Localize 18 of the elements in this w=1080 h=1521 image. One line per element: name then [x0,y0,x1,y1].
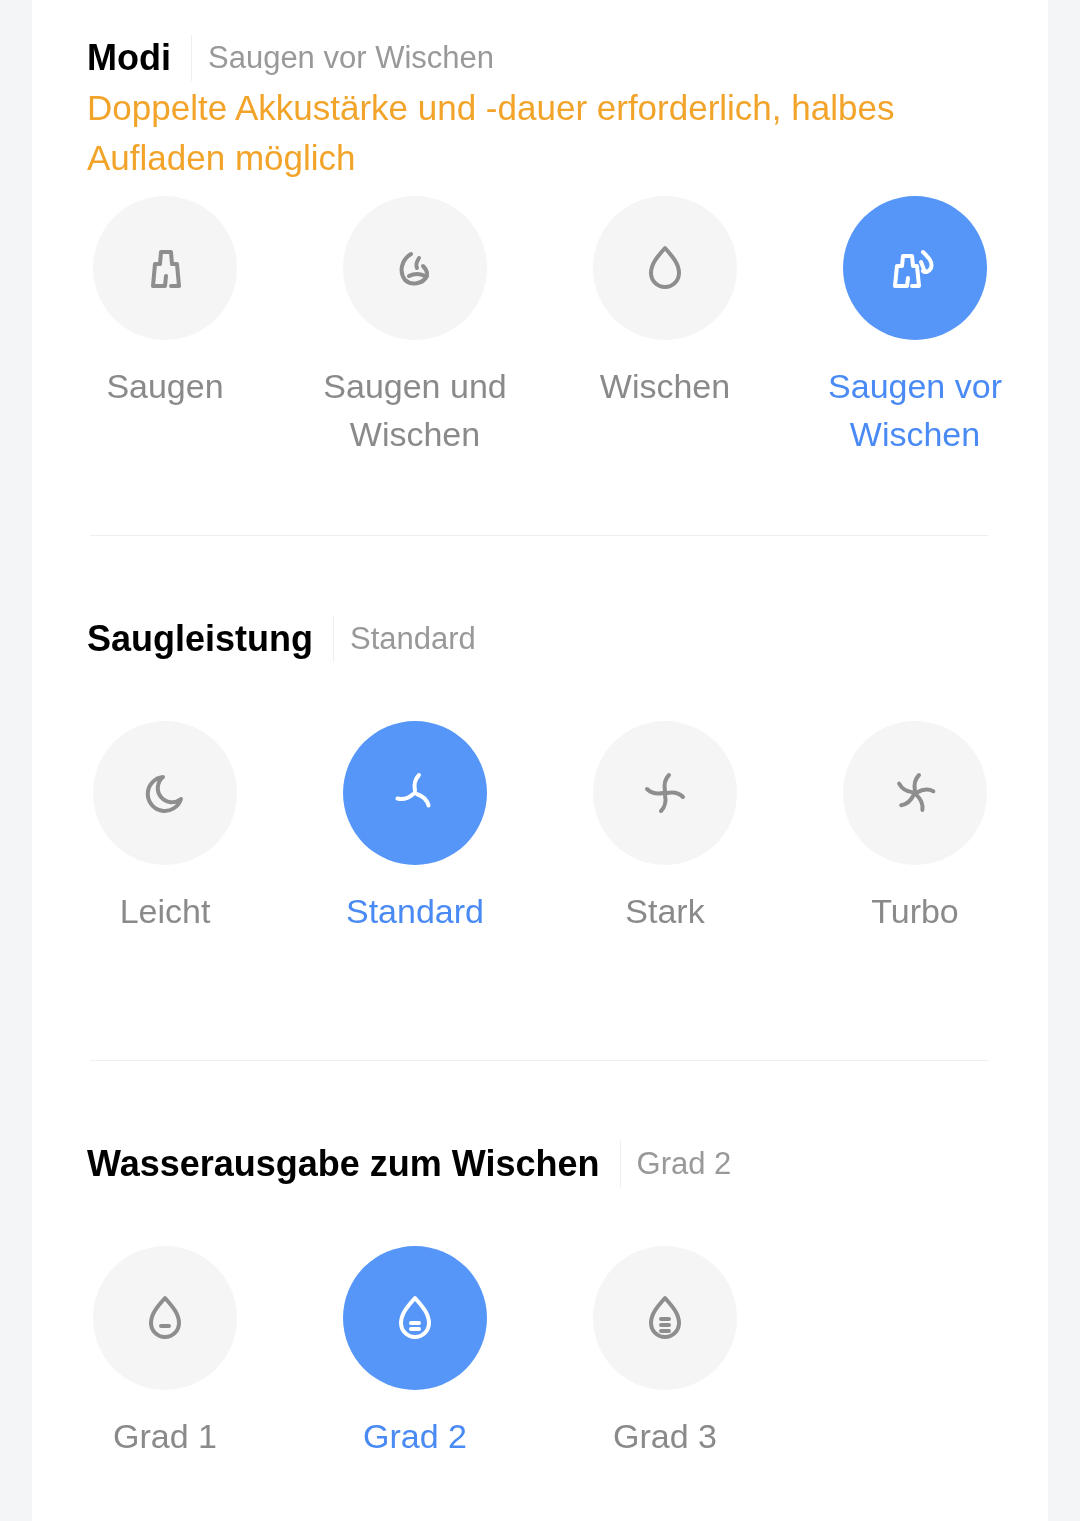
option-label: Grad 3 [612,1416,718,1457]
option-label: Leicht [118,891,212,932]
section-value: Standard [333,615,476,663]
section-title: Wasserausgabe zum Wischen [87,1142,600,1186]
option-label: Grad 1 [112,1416,218,1457]
option-label: Saugen [105,366,225,407]
option-label: Turbo [870,891,960,932]
option-label: Stark [624,891,706,932]
option-label: Wischen [598,366,732,407]
option-label: Saugen vor Wischen [827,366,1003,455]
section-value: Grad 2 [619,1140,732,1188]
warning-text: Doppelte Akkustärke und -dauer erforderlich, halbes Aufladen möglich [86,87,896,179]
section-title: Saugleistung [87,617,314,661]
option-label: Standard [345,891,485,932]
option-label: Grad 2 [362,1416,468,1457]
section-title: Modi [87,36,171,80]
section-value: Saugen vor Wischen [191,34,495,82]
option-label: Saugen und Wischen [322,366,508,455]
